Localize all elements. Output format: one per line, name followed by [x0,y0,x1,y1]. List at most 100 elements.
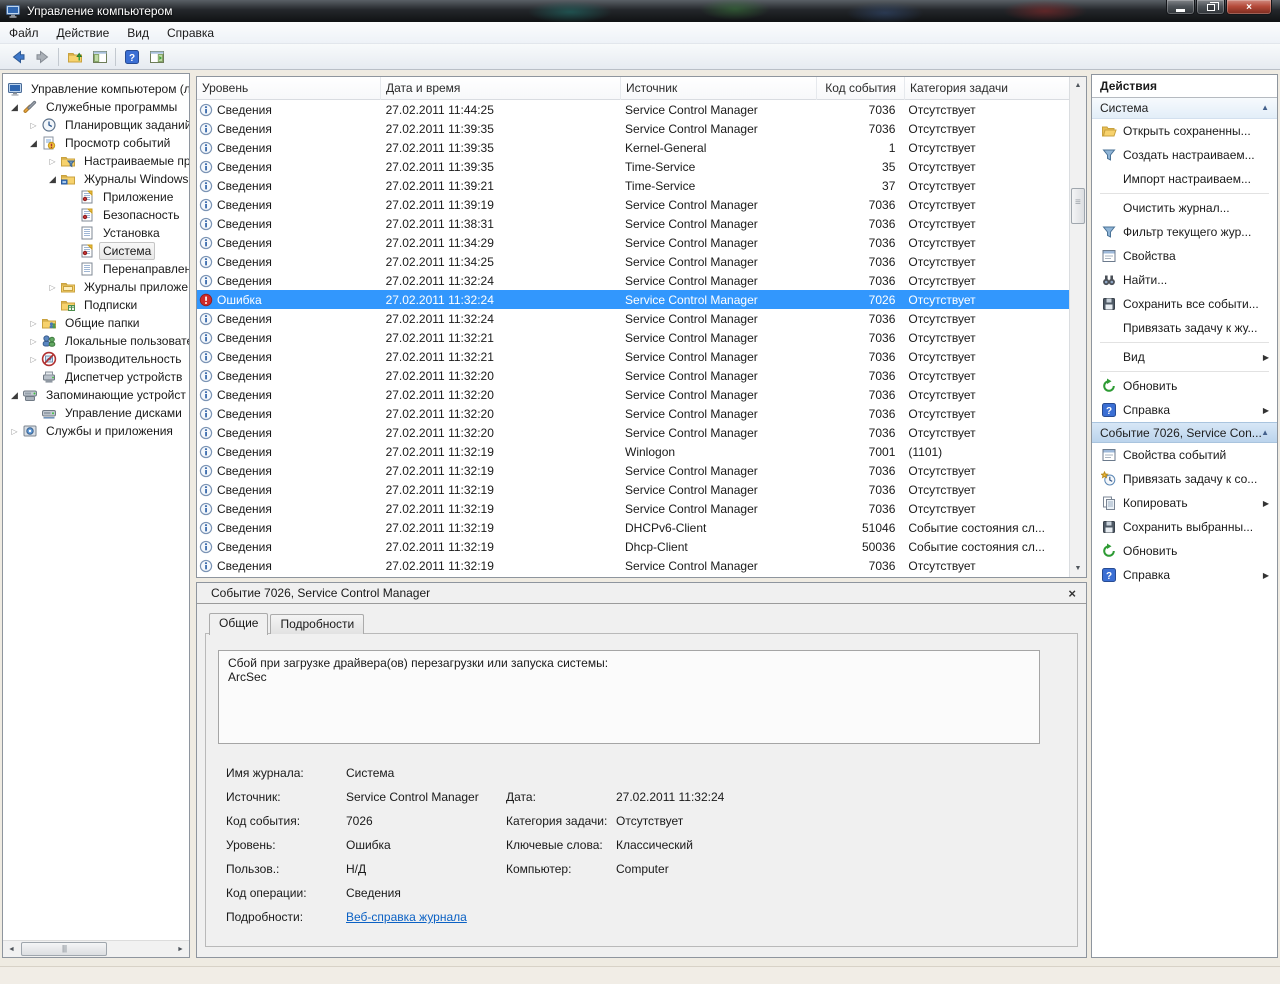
event-row-4[interactable]: Сведения 27.02.2011 11:39:21 Time-Service 3… [197,176,1069,195]
scroll-down-icon[interactable]: ▼ [1070,560,1086,577]
expander-collapsed-icon[interactable]: ▷ [45,283,60,292]
action-item-0-4[interactable]: Очистить журнал... [1092,196,1277,220]
event-row-12[interactable]: Сведения 27.02.2011 11:32:21 Service Contr… [197,328,1069,347]
close-icon[interactable]: × [1068,584,1076,604]
expander-collapsed-icon[interactable]: ▷ [26,121,41,130]
forward-button[interactable] [30,46,55,68]
close-button[interactable]: × [1226,0,1272,15]
event-message-box[interactable]: Сбой при загрузке драйвера(ов) перезагру… [218,650,1040,744]
event-row-8[interactable]: Сведения 27.02.2011 11:34:25 Service Contr… [197,252,1069,271]
tree-item-13[interactable]: ▷ Общие папки [3,314,189,332]
up-folder-button[interactable] [62,46,87,68]
console-tree-button[interactable] [87,46,112,68]
scroll-left-icon[interactable]: ◄ [3,941,20,957]
tree-item-7[interactable]: Безопасность [3,206,189,224]
action-item-0-14[interactable]: ? Справка ▶ [1092,398,1277,422]
menu-action[interactable]: Действие [48,22,119,44]
action-pane-button[interactable] [144,46,169,68]
collapse-icon[interactable]: ▲ [1261,423,1269,443]
column-header-0[interactable]: Уровень [197,77,381,100]
scrollbar-thumb[interactable] [21,942,107,956]
event-row-13[interactable]: Сведения 27.02.2011 11:32:21 Service Contr… [197,347,1069,366]
tree-item-1[interactable]: ◢ Служебные программы [3,98,189,116]
tree-item-6[interactable]: Приложение [3,188,189,206]
event-row-11[interactable]: Сведения 27.02.2011 11:32:24 Service Contr… [197,309,1069,328]
event-row-17[interactable]: Сведения 27.02.2011 11:32:20 Service Contr… [197,423,1069,442]
tab-details[interactable]: Подробности [270,614,365,634]
tree-item-5[interactable]: ◢ Журналы Windows [3,170,189,188]
event-log-online-help-link[interactable]: Веб-справка журнала [346,910,467,924]
menu-help[interactable]: Справка [158,22,223,44]
action-item-0-9[interactable]: Привязать задачу к жу... [1092,316,1277,340]
tree-item-2[interactable]: ▷ Планировщик заданий [3,116,189,134]
action-item-1-3[interactable]: Сохранить выбранны... [1092,515,1277,539]
tree-item-11[interactable]: ▷ Журналы приложе [3,278,189,296]
tab-general[interactable]: Общие [209,613,269,635]
event-row-5[interactable]: Сведения 27.02.2011 11:39:19 Service Contr… [197,195,1069,214]
event-list-scrollbar[interactable]: ▲ ▼ [1069,77,1086,577]
menu-view[interactable]: Вид [118,22,158,44]
action-item-1-0[interactable]: Свойства событий [1092,443,1277,467]
action-item-0-1[interactable]: Создать настраиваем... [1092,143,1277,167]
event-row-9[interactable]: Сведения 27.02.2011 11:32:24 Service Contr… [197,271,1069,290]
tree-item-8[interactable]: Установка [3,224,189,242]
scroll-right-icon[interactable]: ► [172,941,189,957]
event-row-18[interactable]: Сведения 27.02.2011 11:32:19 Winlogon 7001 (… [197,442,1069,461]
column-header-1[interactable]: Дата и время [381,77,621,100]
tree-item-4[interactable]: ▷ Настраиваемые пр [3,152,189,170]
scrollbar-thumb[interactable] [1071,188,1085,224]
event-row-2[interactable]: Сведения 27.02.2011 11:39:35 Kernel-Genera… [197,138,1069,157]
help-button[interactable]: ? [119,46,144,68]
collapse-icon[interactable]: ▲ [1261,98,1269,118]
expander-expanded-icon[interactable]: ◢ [26,138,41,149]
scroll-up-icon[interactable]: ▲ [1070,77,1086,94]
event-row-10[interactable]: Ошибка 27.02.2011 11:32:24 Service Control… [197,290,1069,309]
event-row-20[interactable]: Сведения 27.02.2011 11:32:19 Service Contr… [197,480,1069,499]
tree-item-17[interactable]: ◢ Запоминающие устройст [3,386,189,404]
expander-collapsed-icon[interactable]: ▷ [26,355,41,364]
expander-expanded-icon[interactable]: ◢ [7,102,22,113]
tree-item-14[interactable]: ▷ Локальные пользовате [3,332,189,350]
tree-item-18[interactable]: Управление дисками [3,404,189,422]
event-row-0[interactable]: Сведения 27.02.2011 11:44:25 Service Contr… [197,100,1069,119]
menu-file[interactable]: Файл [0,22,48,44]
event-row-16[interactable]: Сведения 27.02.2011 11:32:20 Service Contr… [197,404,1069,423]
event-row-7[interactable]: Сведения 27.02.2011 11:34:29 Service Contr… [197,233,1069,252]
actions-group-header-0[interactable]: Система ▲ [1092,98,1277,119]
tree-item-9[interactable]: Система [3,242,189,260]
tree-item-0[interactable]: Управление компьютером (л [3,80,189,98]
back-button[interactable] [5,46,30,68]
action-item-0-0[interactable]: Открыть сохраненны... [1092,119,1277,143]
column-header-2[interactable]: Источник [621,77,817,100]
tree-item-12[interactable]: Подписки [3,296,189,314]
action-item-0-7[interactable]: Найти... [1092,268,1277,292]
action-item-1-1[interactable]: Привязать задачу к со... [1092,467,1277,491]
action-item-0-8[interactable]: Сохранить все событи... [1092,292,1277,316]
event-row-23[interactable]: Сведения 27.02.2011 11:32:19 Dhcp-Client 50… [197,537,1069,556]
expander-expanded-icon[interactable]: ◢ [45,174,60,185]
tree-item-3[interactable]: ◢ Просмотр событий [3,134,189,152]
tree-item-16[interactable]: Диспетчер устройств [3,368,189,386]
column-header-3[interactable]: Код события [817,77,905,100]
action-item-0-11[interactable]: Вид ▶ [1092,345,1277,369]
event-row-22[interactable]: Сведения 27.02.2011 11:32:19 DHCPv6-Client… [197,518,1069,537]
event-row-14[interactable]: Сведения 27.02.2011 11:32:20 Service Contr… [197,366,1069,385]
event-row-21[interactable]: Сведения 27.02.2011 11:32:19 Service Contr… [197,499,1069,518]
tree-item-19[interactable]: ▷ Службы и приложения [3,422,189,440]
actions-group-header-1[interactable]: Событие 7026, Service Con... ▲ [1092,422,1277,443]
action-item-1-2[interactable]: Копировать ▶ [1092,491,1277,515]
tree-item-10[interactable]: Перенаправлен [3,260,189,278]
event-row-15[interactable]: Сведения 27.02.2011 11:32:20 Service Contr… [197,385,1069,404]
column-header-4[interactable]: Категория задачи [905,77,1071,100]
expander-collapsed-icon[interactable]: ▷ [45,157,60,166]
minimize-button[interactable] [1166,0,1195,15]
action-item-0-5[interactable]: Фильтр текущего жур... [1092,220,1277,244]
tree-item-15[interactable]: ▷ Производительность [3,350,189,368]
event-row-19[interactable]: Сведения 27.02.2011 11:32:19 Service Contr… [197,461,1069,480]
expander-collapsed-icon[interactable]: ▷ [26,337,41,346]
event-row-1[interactable]: Сведения 27.02.2011 11:39:35 Service Contr… [197,119,1069,138]
action-item-1-5[interactable]: ? Справка ▶ [1092,563,1277,587]
event-row-6[interactable]: Сведения 27.02.2011 11:38:31 Service Contr… [197,214,1069,233]
expander-expanded-icon[interactable]: ◢ [7,390,22,401]
event-row-24[interactable]: Сведения 27.02.2011 11:32:19 Service Contr… [197,556,1069,575]
